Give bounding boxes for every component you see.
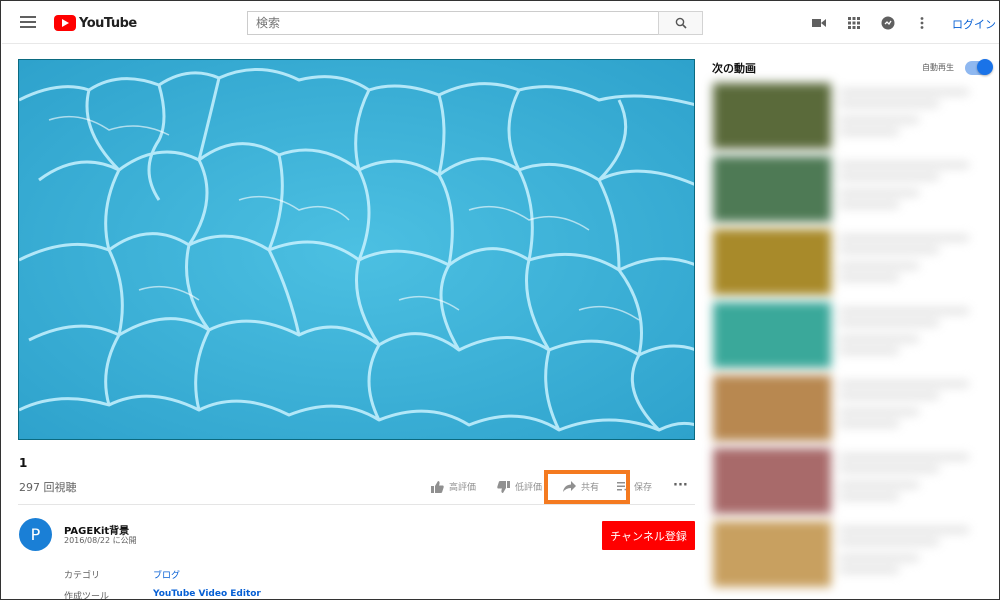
dislike-label: 低評価 [515,483,543,493]
thumbs-up-icon [431,480,444,493]
created-with-link[interactable]: YouTube Video Editor [153,589,261,599]
masthead: YouTube ログイン [2,2,999,44]
recommendation-text-placeholder [839,202,899,208]
recommendation-text-placeholder [839,89,969,95]
channel-avatar[interactable]: P [19,518,52,551]
dislike-button[interactable]: 低評価 [497,480,542,493]
video-player[interactable] [18,59,695,440]
apps-grid-icon[interactable] [846,15,862,31]
recommendation-text-placeholder [839,421,899,427]
pool-water-image [19,60,694,439]
save-label: 保存 [634,483,653,493]
recommendation-text-placeholder [839,466,939,472]
recommendation-card[interactable] [709,446,979,518]
login-link[interactable]: ログイン [952,16,996,32]
recommendation-card[interactable] [709,227,979,299]
autoplay-label: 自動再生 [922,63,954,72]
thumbs-down-icon [497,480,510,493]
recommendation-text-placeholder [839,494,899,500]
recommendation-thumbnail[interactable] [713,229,831,295]
recommendation-thumbnail[interactable] [713,83,831,149]
view-count: 297 回視聴 [19,481,77,494]
youtube-play-icon [54,15,76,31]
recommendation-card[interactable] [709,373,979,445]
video-title: 1 [19,456,28,470]
recommendation-text-placeholder [839,409,919,415]
category-label: カテゴリ [64,571,101,581]
share-highlight-box [544,470,630,504]
search-input[interactable] [247,11,658,35]
up-next-heading: 次の動画 [712,62,756,75]
recommendation-card[interactable] [709,519,979,591]
recommendation-text-placeholder [839,381,969,387]
category-link[interactable]: ブログ [153,568,180,581]
recommendation-text-placeholder [839,539,939,545]
recommendation-thumbnail[interactable] [713,375,831,441]
recommendation-text-placeholder [839,482,919,488]
more-horiz-icon: ··· [673,478,688,493]
like-button[interactable]: 高評価 [431,480,476,493]
recommendation-text-placeholder [839,320,939,326]
recommendation-text-placeholder [839,275,899,281]
recommendation-thumbnail[interactable] [713,156,831,222]
recommendation-text-placeholder [839,393,939,399]
divider [18,504,695,505]
more-vert-icon[interactable] [914,15,930,31]
publish-date: 2016/08/22 に公開 [64,536,137,545]
youtube-logo[interactable]: YouTube [54,14,137,32]
logo-text: YouTube [79,15,137,31]
recommendation-thumbnail[interactable] [713,302,831,368]
recommendation-text-placeholder [839,174,939,180]
messages-icon[interactable] [880,15,896,31]
recommendation-card[interactable] [709,81,979,153]
recommendation-text-placeholder [839,101,939,107]
recommendation-text-placeholder [839,454,969,460]
recommendation-text-placeholder [839,555,919,561]
recommendation-text-placeholder [839,263,919,269]
recommendation-text-placeholder [839,117,919,123]
recommendation-text-placeholder [839,348,899,354]
create-video-icon[interactable] [811,15,827,31]
recommendation-text-placeholder [839,190,919,196]
subscribe-button[interactable]: チャンネル登録 [602,521,695,550]
like-label: 高評価 [449,483,477,493]
recommendation-text-placeholder [839,129,899,135]
created-with-label: 作成ツール [64,592,110,600]
recommendation-card[interactable] [709,300,979,372]
page-frame: YouTube ログイン [0,0,1000,600]
menu-icon[interactable] [20,16,36,28]
recommendation-text-placeholder [839,247,939,253]
recommendation-text-placeholder [839,336,919,342]
recommendation-card[interactable] [709,154,979,226]
recommendation-text-placeholder [839,162,969,168]
recommendation-thumbnail[interactable] [713,521,831,587]
search-button[interactable] [658,11,703,35]
autoplay-toggle-knob[interactable] [977,59,993,75]
more-actions-button[interactable]: ··· [673,478,688,493]
recommendation-text-placeholder [839,235,969,241]
recommendation-thumbnail[interactable] [713,448,831,514]
recommendation-text-placeholder [839,527,969,533]
search-icon [675,17,687,29]
recommendation-text-placeholder [839,308,969,314]
recommendation-text-placeholder [839,567,899,573]
